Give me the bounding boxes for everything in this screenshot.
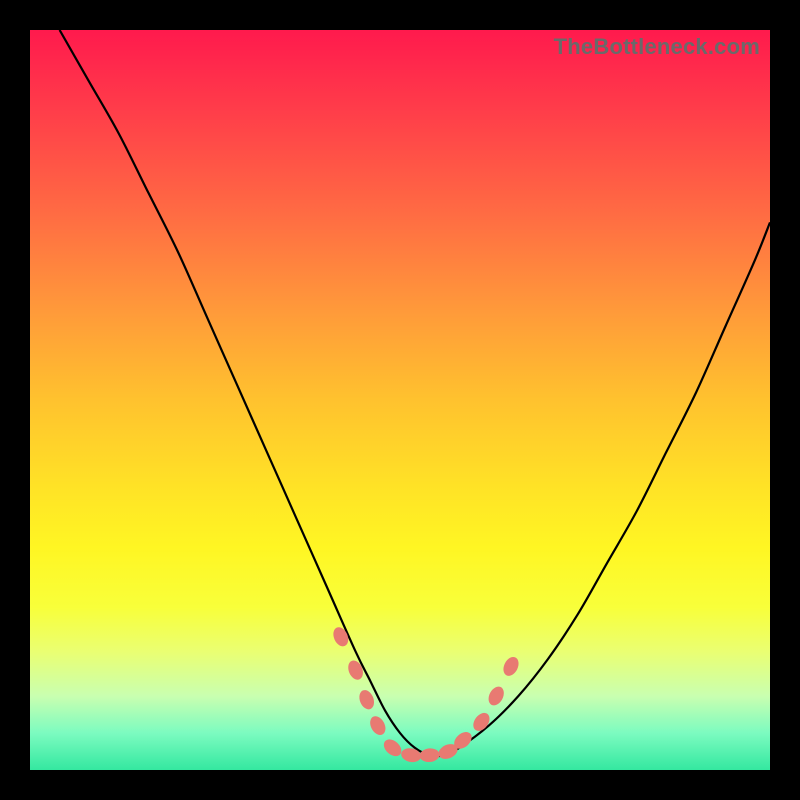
curve-marker: [346, 658, 366, 682]
curve-marker: [381, 736, 405, 759]
chart-svg: [30, 30, 770, 770]
bottleneck-curve: [60, 30, 770, 756]
curve-marker: [419, 747, 440, 763]
curve-marker: [485, 684, 506, 708]
curve-marker: [500, 654, 521, 678]
marker-layer: [331, 625, 522, 764]
outer-frame: TheBottleneck.com: [0, 0, 800, 800]
curve-marker: [357, 688, 377, 712]
plot-area: TheBottleneck.com: [30, 30, 770, 770]
curve-marker: [400, 747, 422, 764]
curve-marker: [367, 714, 388, 738]
